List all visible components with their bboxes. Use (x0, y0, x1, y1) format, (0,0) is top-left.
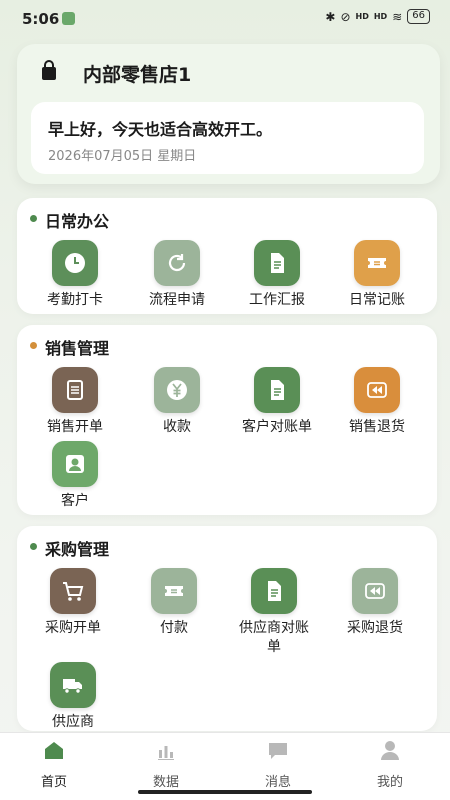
status-time: 5:06 (22, 10, 60, 28)
item-label: 供应商 (52, 714, 94, 730)
tile (354, 367, 400, 413)
tile (352, 568, 398, 614)
purchase-return-button[interactable]: 采购退货 (325, 568, 425, 638)
signal-icon: HD (355, 12, 369, 21)
supplier-button[interactable]: 供应商 (23, 662, 123, 732)
home-indicator (138, 790, 312, 794)
nav-label: 数据 (152, 775, 179, 790)
section-purchasing: 采购管理 采购开单 付款 供应商对账 单 采购退货 供应商 (17, 526, 437, 731)
person-icon (66, 455, 84, 473)
tile (251, 568, 297, 614)
bluetooth-icon: ✱ (325, 9, 336, 24)
item-label: 销售退货 (349, 419, 405, 435)
tile (52, 367, 98, 413)
item-label: 工作汇报 (249, 292, 305, 308)
truck-icon (63, 679, 82, 694)
customer-statement-button[interactable]: 客户对账单 (227, 367, 327, 437)
tile (254, 367, 300, 413)
section-dot (30, 215, 37, 222)
nav-label: 消息 (264, 775, 291, 790)
item-label: 供应商对账 单 (224, 619, 324, 657)
collection-button[interactable]: 收款 (127, 367, 227, 437)
greeting-card: 早上好，今天也适合高效开工。 2026年07月05日 星期日 (31, 102, 424, 174)
tile (154, 240, 200, 286)
signal-icon-2: HD (373, 12, 388, 21)
greeting-text: 早上好，今天也适合高效开工。 (48, 120, 273, 139)
document-icon (271, 253, 284, 273)
item-label: 客户对账单 (242, 419, 312, 435)
item-label: 收款 (163, 419, 191, 435)
section-dot (30, 342, 37, 349)
bar-chart-icon (158, 746, 174, 760)
process-request-button[interactable]: 流程申请 (127, 240, 227, 310)
refresh-icon (168, 254, 186, 272)
item-label-line1: 供应商对账 (239, 620, 309, 636)
item-label: 销售开单 (47, 419, 103, 435)
app-notification-icon (62, 12, 75, 25)
item-label: 考勤打卡 (47, 292, 103, 308)
tile (50, 662, 96, 708)
current-date: 2026年07月05日 星期日 (48, 149, 197, 164)
list-icon (67, 380, 83, 400)
tile (151, 568, 197, 614)
sales-return-button[interactable]: 销售退货 (327, 367, 427, 437)
ticket-icon (368, 258, 386, 268)
nav-data[interactable]: 数据 (126, 739, 206, 790)
work-report-button[interactable]: 工作汇报 (227, 240, 327, 310)
status-bar: 5:06 ✱ ⊘ HD HD ≋ 66 (0, 0, 450, 36)
home-icon (45, 742, 63, 759)
store-header-card: 内部零售店1 早上好，今天也适合高效开工。 2026年07月05日 星期日 (17, 44, 440, 184)
yen-icon (167, 380, 187, 400)
tile (354, 240, 400, 286)
customer-button[interactable]: 客户 (25, 441, 125, 511)
wifi-icon: ≋ (392, 9, 403, 24)
section-sales: 销售管理 销售开单 收款 客户对账单 销售退货 客户 (17, 325, 437, 515)
battery-icon: 66 (407, 9, 430, 24)
supplier-statement-button[interactable]: 供应商对账 单 (224, 568, 324, 657)
attendance-button[interactable]: 考勤打卡 (25, 240, 125, 310)
sales-order-button[interactable]: 销售开单 (25, 367, 125, 437)
section-daily-office: 日常办公 考勤打卡 流程申请 工作汇报 日常记账 (17, 198, 437, 314)
nav-messages[interactable]: 消息 (238, 739, 318, 790)
item-label: 付款 (160, 620, 188, 636)
tile (50, 568, 96, 614)
item-label-line2: 单 (267, 639, 281, 655)
daily-accounting-button[interactable]: 日常记账 (327, 240, 427, 310)
item-label: 采购开单 (45, 620, 101, 636)
document-icon (268, 581, 281, 601)
rewind-icon (367, 382, 387, 398)
tile (254, 240, 300, 286)
section-title: 销售管理 (45, 339, 110, 358)
status-right: ✱ ⊘ HD HD ≋ 66 (325, 9, 430, 24)
nav-label: 首页 (40, 775, 67, 790)
document-icon (271, 380, 284, 400)
cart-icon (63, 582, 84, 601)
item-label: 客户 (61, 493, 89, 509)
shopping-bag-icon (42, 60, 56, 80)
rewind-icon (365, 583, 385, 599)
payment-button[interactable]: 付款 (124, 568, 224, 638)
tile (52, 240, 98, 286)
message-icon (269, 743, 287, 759)
item-label: 日常记账 (349, 292, 405, 308)
nav-label: 我的 (376, 775, 403, 790)
section-dot (30, 543, 37, 550)
nav-profile[interactable]: 我的 (350, 739, 430, 790)
ticket-icon (165, 586, 183, 596)
nav-home[interactable]: 首页 (14, 739, 94, 790)
link-icon: ⊘ (340, 9, 351, 24)
section-title: 日常办公 (45, 212, 110, 231)
user-icon (381, 741, 399, 760)
tile (154, 367, 200, 413)
purchase-order-button[interactable]: 采购开单 (23, 568, 123, 638)
clock-icon (65, 253, 85, 273)
store-name[interactable]: 内部零售店1 (83, 60, 191, 87)
tile (52, 441, 98, 487)
section-title: 采购管理 (45, 540, 110, 559)
item-label: 流程申请 (149, 292, 205, 308)
item-label: 采购退货 (347, 620, 403, 636)
